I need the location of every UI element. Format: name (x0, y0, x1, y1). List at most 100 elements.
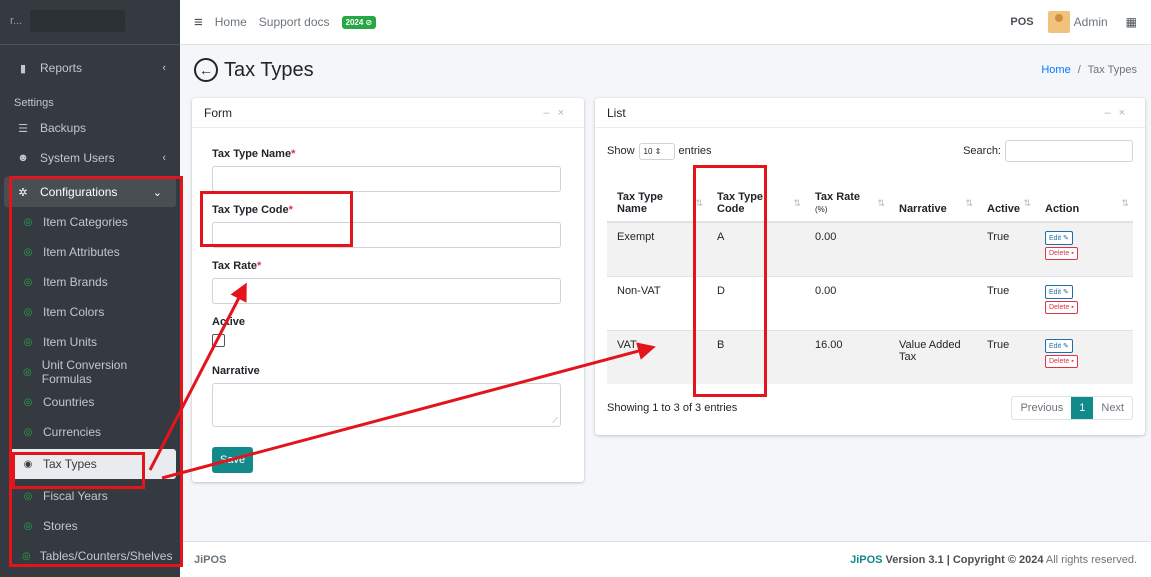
annotation-box-configurations (9, 176, 183, 567)
cell-rate: 0.00 (805, 275, 889, 330)
search-input[interactable] (1005, 140, 1133, 162)
edit-icon: ✎ (1063, 342, 1069, 350)
narrative-textarea[interactable] (212, 383, 561, 427)
page-title: Tax Types (224, 58, 314, 81)
form-card-header: Form –× (192, 98, 584, 128)
cell-narrative (889, 275, 977, 330)
user-menu[interactable]: Admin (1074, 15, 1108, 29)
sidebar-item-label: Backups (40, 121, 87, 135)
tax-type-name-input[interactable] (212, 166, 561, 192)
sort-icon: ⇅ (965, 198, 973, 208)
edit-button[interactable]: Edit ✎ (1045, 231, 1073, 245)
card-tools: –× (543, 107, 572, 119)
top-navbar: ≡ Home Support docs 2024 ⊘ POS Admin ▦ (180, 0, 1151, 45)
tax-rate-label: Tax Rate* (212, 260, 262, 272)
table-row: Exempt A 0.00 True Edit ✎ Delete ▪ (607, 221, 1133, 276)
minimize-icon[interactable]: – (543, 107, 557, 119)
select-arrows-icon: ⇕ (654, 146, 662, 156)
sidebar-item-system-users[interactable]: ☻ System Users ‹ (0, 143, 180, 173)
cell-rate: 16.00 (805, 329, 889, 384)
narrative-label: Narrative (212, 365, 260, 377)
sidebar-item-reports[interactable]: ▮ Reports ‹ (0, 53, 180, 83)
close-icon[interactable]: × (1119, 107, 1133, 119)
trash-icon: ▪ (1071, 250, 1074, 257)
edit-button[interactable]: Edit ✎ (1045, 284, 1073, 299)
breadcrumb-home[interactable]: Home (1041, 64, 1070, 76)
save-button[interactable]: Save (212, 447, 254, 473)
users-icon: ☻ (17, 152, 29, 164)
delete-button[interactable]: Delete ▪ (1045, 354, 1078, 368)
brand-logo[interactable]: r... (0, 0, 180, 45)
fiscal-year-badge[interactable]: 2024 ⊘ (341, 15, 377, 29)
sidebar-item-label: System Users (40, 151, 115, 165)
list-card: List –× Show 10 ⇕ entries Search: Tax Ty… (595, 98, 1145, 435)
cell-name: VAT (607, 329, 707, 384)
grid-icon[interactable]: ▦ (1126, 15, 1137, 29)
sidebar-item-backups[interactable]: ☰ Backups (0, 113, 180, 143)
footer-brand: JiPOS (194, 553, 227, 566)
cell-name: Non-VAT (607, 275, 707, 330)
edit-icon: ✎ (1063, 288, 1069, 296)
content-header: ← Tax Types Home / Tax Types (180, 45, 1151, 95)
cell-name: Exempt (607, 221, 707, 276)
nav-support-docs-link[interactable]: Support docs (259, 15, 330, 29)
cell-narrative (889, 221, 977, 276)
search-label: Search: (963, 145, 1001, 157)
previous-button[interactable]: Previous (1012, 397, 1071, 419)
minimize-icon[interactable]: – (1104, 107, 1118, 119)
cell-active: True (977, 275, 1035, 330)
sidebar-item-label: Reports (40, 61, 83, 75)
nav-home-link[interactable]: Home (215, 15, 247, 29)
edit-icon: ✎ (1063, 235, 1069, 242)
form-body: Tax Type Name* Tax Type Code* Tax Rate* … (192, 128, 584, 481)
delete-button[interactable]: Delete ▪ (1045, 247, 1078, 260)
entries-select[interactable]: 10 ⇕ (638, 142, 675, 160)
form-card: Form –× Tax Type Name* Tax Type Code* Ta… (192, 98, 584, 482)
pos-link[interactable]: POS (1010, 16, 1033, 28)
breadcrumb-current: Tax Types (1087, 64, 1137, 76)
card-tools: –× (1104, 107, 1133, 119)
cell-rate: 0.00 (805, 221, 889, 276)
cell-action: Edit ✎ Delete ▪ (1035, 275, 1133, 330)
col-tax-type-name[interactable]: Tax Type Name ⇅ (607, 174, 707, 223)
active-checkbox[interactable] (212, 334, 225, 347)
col-narrative[interactable]: Narrative ⇅ (889, 174, 977, 223)
trash-icon: ▪ (1071, 303, 1074, 311)
page-1-button[interactable]: 1 (1071, 397, 1094, 419)
cell-active: True (977, 329, 1035, 384)
cell-action: Edit ✎ Delete ▪ (1035, 221, 1133, 276)
avatar[interactable] (1047, 11, 1070, 33)
footer-copyright: JiPOS Version 3.1 | Copyright © 2024 All… (850, 553, 1137, 566)
back-arrow-icon[interactable]: ← (194, 58, 218, 82)
delete-button[interactable]: Delete ▪ (1045, 300, 1078, 314)
edit-button[interactable]: Edit ✎ (1045, 338, 1073, 353)
sidebar-header-settings: Settings (14, 97, 54, 109)
annotation-box-tax-types (12, 452, 145, 489)
next-button[interactable]: Next (1093, 397, 1132, 419)
showing-info: Showing 1 to 3 of 3 entries (607, 402, 738, 414)
brand-text: r... (10, 14, 23, 27)
sort-icon: ⇅ (1121, 198, 1129, 208)
tax-type-name-label: Tax Type Name* (212, 148, 296, 160)
trash-icon: ▪ (1071, 357, 1074, 365)
breadcrumb: Home / Tax Types (1041, 64, 1137, 76)
col-action[interactable]: Action ⇅ (1035, 174, 1133, 223)
cell-active: True (977, 221, 1035, 276)
table-row: Non-VAT D 0.00 True Edit ✎ Delete ▪ (607, 275, 1133, 330)
entries-label: entries (678, 145, 712, 157)
col-tax-rate[interactable]: Tax Rate (%) ⇅ (805, 174, 889, 223)
sort-icon: ⇅ (877, 198, 885, 208)
hamburger-menu-icon[interactable]: ≡ (194, 14, 203, 31)
list-controls: Show 10 ⇕ entries Search: (595, 128, 1145, 168)
table-row: VAT B 16.00 Value Added Tax True Edit ✎ D… (607, 329, 1133, 384)
cell-action: Edit ✎ Delete ▪ (1035, 329, 1133, 384)
pagination: Previous 1 Next (1011, 396, 1133, 420)
annotation-box-tax-type-code (200, 191, 353, 247)
close-icon[interactable]: × (558, 107, 572, 119)
col-active[interactable]: Active ⇅ (977, 174, 1035, 223)
database-icon: ☰ (18, 122, 28, 135)
tax-rate-input[interactable] (212, 278, 561, 304)
topbar-right: POS Admin ▦ (1010, 11, 1137, 33)
file-icon: ▮ (19, 62, 27, 75)
list-card-header: List –× (595, 98, 1145, 128)
